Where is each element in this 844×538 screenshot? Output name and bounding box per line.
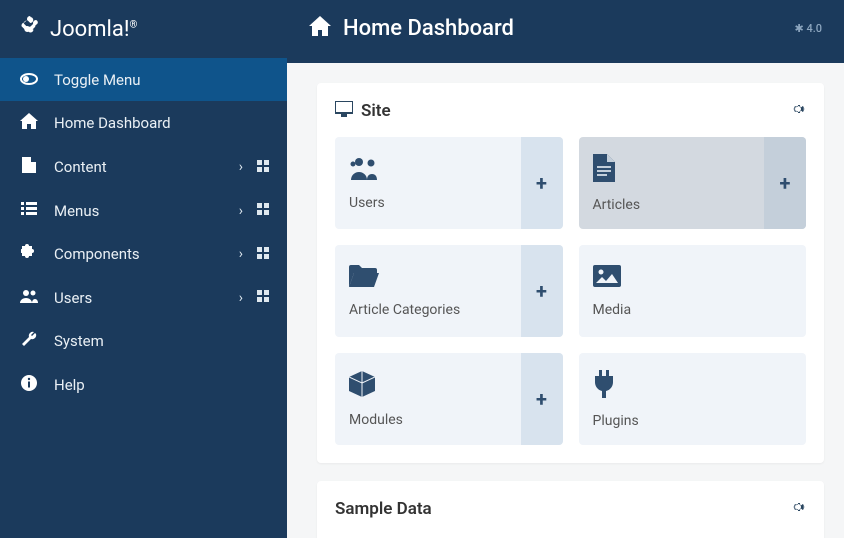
nav-label: Help	[54, 376, 269, 394]
nav-label: Content	[54, 158, 239, 176]
grid-icon[interactable]	[257, 290, 269, 305]
nav-help[interactable]: Help	[0, 363, 287, 407]
topbar: Home Dashboard ✱ 4.0	[287, 0, 844, 63]
nav-components[interactable]: Components ›	[0, 232, 287, 276]
users-icon	[18, 288, 40, 307]
nav-label: Toggle Menu	[54, 71, 269, 89]
card-label: Media	[593, 302, 793, 318]
card-plugins[interactable]: Plugins	[579, 353, 807, 445]
card-articles[interactable]: Articles +	[579, 137, 807, 229]
add-button[interactable]: +	[521, 137, 563, 229]
card-article-categories[interactable]: Article Categories +	[335, 245, 563, 337]
card-label: Users	[349, 195, 507, 211]
chevron-right-icon: ›	[239, 290, 243, 306]
folder-open-icon	[349, 264, 507, 294]
card-grid: Users + Articles + Article Categories	[335, 137, 806, 445]
nav-label: Users	[54, 289, 239, 307]
wrench-icon	[18, 331, 40, 351]
panel-title: Site	[361, 101, 391, 121]
users-icon	[349, 156, 507, 187]
chevron-right-icon: ›	[239, 203, 243, 219]
brand-text: Joomla!®	[50, 17, 137, 42]
image-icon	[593, 264, 793, 294]
chevron-right-icon: ›	[239, 246, 243, 262]
nav-system[interactable]: System	[0, 319, 287, 363]
card-label: Modules	[349, 412, 507, 428]
add-button[interactable]: +	[521, 245, 563, 337]
nav-label: Components	[54, 245, 239, 263]
nav-users[interactable]: Users ›	[0, 276, 287, 319]
nav-label: Menus	[54, 202, 239, 220]
toggle-icon	[18, 70, 40, 89]
card-modules[interactable]: Modules +	[335, 353, 563, 445]
nav-label: Home Dashboard	[54, 114, 269, 132]
version-badge: ✱ 4.0	[794, 22, 822, 35]
nav-home-dashboard[interactable]: Home Dashboard	[0, 101, 287, 145]
main: Home Dashboard ✱ 4.0 Site Users +	[287, 0, 844, 538]
page-title: Home Dashboard	[343, 16, 514, 41]
grid-icon[interactable]	[257, 160, 269, 175]
sidebar: Joomla!® Toggle Menu Home Dashboard Cont…	[0, 0, 287, 538]
box-icon	[349, 371, 507, 404]
panel-site: Site Users + Articles +	[317, 83, 824, 463]
nav: Toggle Menu Home Dashboard Content › Men…	[0, 58, 287, 407]
add-button[interactable]: +	[764, 137, 806, 229]
file-icon	[593, 154, 751, 189]
list-icon	[18, 201, 40, 220]
gear-icon[interactable]	[790, 101, 806, 121]
nav-content[interactable]: Content ›	[0, 145, 287, 189]
card-label: Articles	[593, 197, 751, 213]
plug-icon	[593, 370, 793, 405]
monitor-icon	[335, 101, 353, 121]
info-icon	[18, 375, 40, 395]
content: Site Users + Articles +	[287, 63, 844, 538]
home-icon	[18, 113, 40, 133]
add-button[interactable]: +	[521, 353, 563, 445]
gear-icon[interactable]	[790, 499, 806, 519]
file-icon	[18, 157, 40, 177]
card-users[interactable]: Users +	[335, 137, 563, 229]
puzzle-icon	[18, 244, 40, 264]
panel-title: Sample Data	[335, 499, 432, 519]
nav-toggle-menu[interactable]: Toggle Menu	[0, 58, 287, 101]
logo[interactable]: Joomla!®	[0, 0, 287, 58]
nav-menus[interactable]: Menus ›	[0, 189, 287, 232]
card-label: Article Categories	[349, 302, 507, 318]
panel-sample-data: Sample Data	[317, 481, 824, 538]
chevron-right-icon: ›	[239, 159, 243, 175]
joomla-logo-icon	[18, 14, 42, 44]
grid-icon[interactable]	[257, 247, 269, 262]
grid-icon[interactable]	[257, 203, 269, 218]
card-label: Plugins	[593, 413, 793, 429]
card-media[interactable]: Media	[579, 245, 807, 337]
home-icon	[309, 16, 331, 41]
nav-label: System	[54, 332, 269, 350]
